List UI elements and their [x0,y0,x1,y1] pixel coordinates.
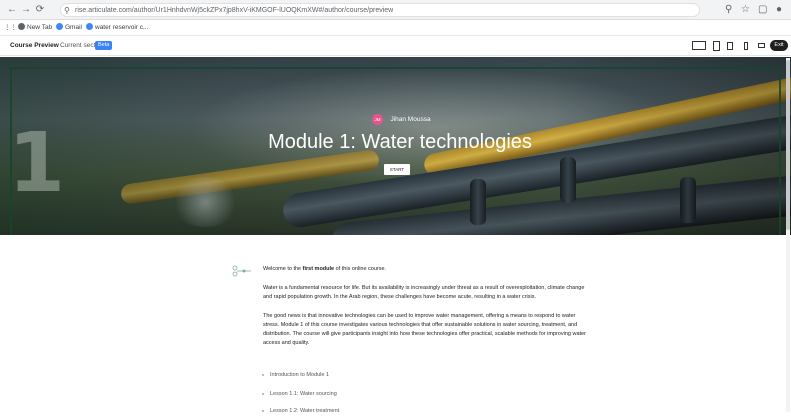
mobile-view-icon[interactable] [744,42,748,50]
mobile-landscape-icon[interactable] [758,43,765,48]
beta-badge: Beta [95,41,113,50]
course-content: Welcome to the first module of this onli… [0,235,791,414]
site-info-icon[interactable]: ⚲ [64,6,70,16]
tab-window-icon[interactable]: ▢ [758,4,767,16]
zoom-icon[interactable]: ⚲ [725,4,732,16]
bookmark-star-icon[interactable]: ☆ [741,4,750,16]
author-name: Jihan Moussa [390,116,431,124]
paragraph-1: Water is a fundamental resource for life… [263,285,585,300]
bookmark-new-tab[interactable]: New Tab [18,23,52,33]
bookmarks-bar: ⋮⋮ New Tab Gmail water reservoir c... [0,20,791,36]
preview-title: Course Preview [10,42,59,49]
bookmark-water-reservoir[interactable]: water reservoir c... [86,23,148,33]
tablet-landscape-icon[interactable] [727,42,733,50]
reload-icon[interactable]: ⟳ [34,4,46,16]
start-button[interactable]: START [384,164,410,175]
scrollbar-thumb[interactable] [786,60,790,230]
bookmark-gmail[interactable]: Gmail [56,23,82,33]
module-title: Module 1: Water technologies [268,131,532,153]
tablet-view-icon[interactable] [713,41,720,51]
globe-icon [18,23,25,30]
forward-icon[interactable]: → [20,4,32,16]
bullet-icon [262,409,264,412]
paragraph-2: The good news is that innovative technol… [263,313,586,346]
welcome-text: Welcome to the first module of this onli… [263,266,387,272]
preview-header: Course Preview Current section Beta Exit [0,36,791,56]
apps-icon[interactable]: ⋮⋮ [4,23,17,33]
desktop-view-icon[interactable] [692,41,706,50]
browser-toolbar: ← → ⟳ ⚲ rise.articulate.com/author/Ur1Hn… [0,0,791,20]
profile-icon[interactable]: ● [776,4,782,16]
url-text[interactable]: rise.articulate.com/author/Ur1HnhdvnWj5c… [75,5,675,17]
hero-banner: 1 JM Jihan Moussa Module 1: Water techno… [0,57,791,235]
google-icon [86,23,93,30]
lesson-item[interactable]: Introduction to Module 1 [262,371,329,380]
lesson-item[interactable]: Lesson 1.1: Water sourcing [262,390,337,399]
intro-icon [232,265,251,277]
bullet-icon [262,392,264,395]
bullet-icon [262,373,264,376]
exit-button[interactable]: Exit [770,40,788,51]
address-bar[interactable]: ⚲ rise.articulate.com/author/Ur1HnhdvnWj… [60,3,700,17]
gmail-icon [56,23,63,30]
author-info: JM Jihan Moussa [372,111,431,126]
back-icon[interactable]: ← [6,4,18,16]
